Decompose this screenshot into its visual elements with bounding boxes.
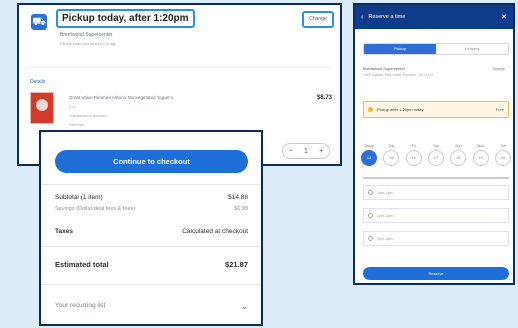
day-number: 16 [405, 150, 422, 166]
chevron-down-icon[interactable]: ⌄ [241, 302, 248, 311]
quantity-stepper[interactable]: − 1 + [282, 143, 330, 159]
savings-label: Savings (Dollar deal fees & fees) [55, 206, 136, 212]
close-icon[interactable]: ✕ [501, 13, 507, 21]
day-scrollbar[interactable] [363, 177, 509, 179]
tab-delivery[interactable]: Delivery [436, 44, 508, 54]
product-image[interactable] [30, 92, 54, 124]
day-name: Sun [455, 144, 462, 148]
day-option[interactable]: Sun 18 [449, 144, 467, 166]
quantity-value: 1 [304, 147, 308, 155]
store-name: Brentwood Supercenter [60, 32, 113, 38]
tab-pickup[interactable]: Pickup [364, 44, 436, 54]
product-price: $8.73 [316, 95, 332, 101]
divider [27, 67, 332, 68]
estimated-total-label: Estimated total [55, 260, 109, 269]
day-option[interactable]: Today 14 [360, 144, 378, 166]
day-number: 14 [361, 150, 377, 166]
back-arrow-icon[interactable]: ‹ [361, 14, 363, 21]
clock-icon [368, 107, 373, 112]
day-name: Thu [388, 144, 395, 148]
estimated-total-value: $21.87 [225, 260, 248, 269]
day-option[interactable]: Mon 19 [472, 144, 490, 166]
day-number: 19 [472, 150, 489, 166]
checkout-summary: Continue to checkout Subtotal (1 item) $… [39, 130, 263, 326]
day-option[interactable]: Sat 17 [427, 144, 445, 166]
radio-icon[interactable] [368, 236, 373, 241]
divider [41, 246, 261, 247]
recurring-list-row[interactable]: Your recurring list ⌄ [55, 302, 248, 311]
modal-header: ‹ Reserve a time ✕ [355, 5, 513, 29]
time-slot-label: 2pm–3pm [377, 213, 393, 218]
change-button[interactable]: Change [302, 11, 334, 28]
remove-link[interactable]: Remove [69, 122, 84, 127]
modal-title: Reserve a time [368, 14, 406, 20]
time-slot[interactable]: 3pm–4pm [363, 231, 509, 246]
estimated-total-row: Estimated total $21.87 [55, 260, 248, 269]
day-name: Sat [433, 144, 439, 148]
availability-note: Fill the slots you order for today [60, 41, 116, 46]
time-slot[interactable]: 2pm–3pm [363, 208, 509, 223]
day-option[interactable]: Thu 15 [382, 144, 400, 166]
day-name: Tue [500, 144, 506, 148]
time-slot-label: 3pm–4pm [377, 236, 393, 241]
recurring-list-label: Your recurring list [55, 302, 106, 309]
increase-button[interactable]: + [319, 148, 323, 155]
taxes-label: Taxes [55, 228, 73, 235]
savings-row: Savings (Dollar deal fees & fees) $6.99 [55, 206, 248, 212]
subtotal-label: Subtotal (1 item) [55, 194, 103, 201]
pickup-time-banner: Pickup after 1:20pm today Free [363, 101, 509, 118]
day-name: Mon [477, 144, 485, 148]
time-slot-label: 1pm–2pm [377, 190, 393, 195]
modal-store-address: 1500 Gallatin Pike North, Madison, TN 37… [363, 73, 434, 77]
taxes-row: Taxes Calculated at checkout [55, 228, 248, 235]
day-name: Fri [411, 144, 416, 148]
substitution-note: Substitutions allowed [69, 113, 107, 118]
pickup-time-text: Pickup after 1:20pm today [377, 107, 424, 112]
day-number: 18 [450, 150, 467, 166]
subtotal-value: $14.88 [228, 194, 248, 201]
radio-icon[interactable] [368, 190, 373, 195]
pickup-title[interactable]: Pickup today, after 1:20pm [56, 9, 195, 28]
time-slot[interactable]: 1pm–2pm [363, 185, 509, 200]
reserve-time-modal: ‹ Reserve a time ✕ Pickup Delivery Brent… [353, 3, 515, 285]
day-option[interactable]: Fri 16 [405, 144, 423, 166]
pickup-fee: Free [495, 107, 504, 112]
modal-change-link[interactable]: Change [493, 67, 505, 71]
day-option[interactable]: Tue 20 [494, 144, 512, 166]
subtotal-row: Subtotal (1 item) $14.88 [55, 194, 248, 201]
reserve-button[interactable]: Reserve [363, 267, 509, 280]
fulfillment-tabs: Pickup Delivery [363, 43, 509, 55]
taxes-value: Calculated at checkout [182, 228, 248, 235]
divider [41, 184, 261, 185]
product-name[interactable]: Great Value Rimmed Arborio Nonvegetated … [69, 95, 173, 100]
details-link[interactable]: Details [30, 79, 45, 85]
radio-icon[interactable] [368, 213, 373, 218]
day-name: Today [364, 144, 374, 148]
continue-to-checkout-button[interactable]: Continue to checkout [55, 150, 248, 173]
divider [41, 284, 261, 285]
day-number: 17 [427, 150, 444, 166]
day-number: 20 [494, 150, 511, 166]
product-size: 1 ct [69, 104, 76, 109]
modal-store-name: Brentwood Supercenter [363, 66, 406, 71]
day-selector: Today 14 Thu 15 Fri 16 Sat 17 Sun 18 Mon… [360, 144, 512, 166]
day-number: 15 [383, 150, 400, 166]
savings-value: $6.99 [234, 206, 248, 212]
decrease-button[interactable]: − [289, 148, 293, 155]
pickup-truck-icon: ⛟ [31, 14, 47, 30]
